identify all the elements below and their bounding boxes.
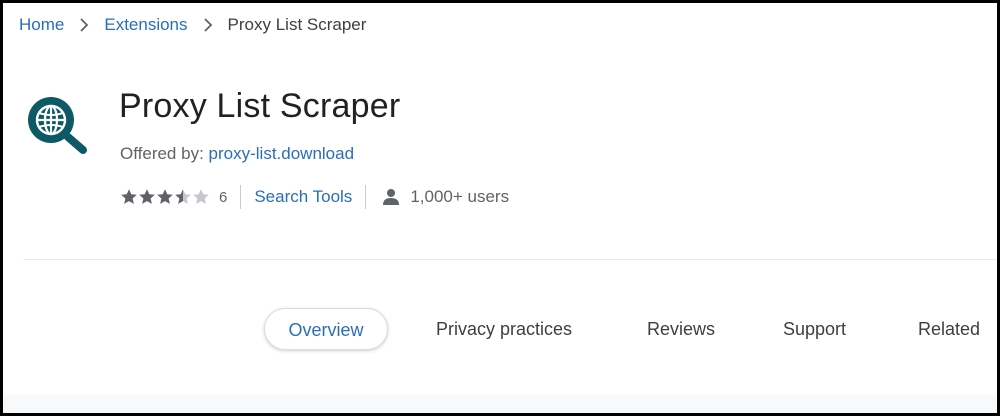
category-link[interactable]: Search Tools	[254, 187, 352, 207]
globe-magnifier-icon	[25, 93, 91, 155]
divider	[365, 185, 367, 209]
users-count: 1,000+ users	[379, 187, 509, 207]
chevron-right-icon	[64, 18, 104, 32]
page-footer-band	[3, 395, 997, 413]
section-divider	[23, 259, 997, 260]
star-icon	[157, 189, 173, 204]
meta-row: 6 Search Tools 1,000+ users	[120, 184, 509, 210]
breadcrumb: Home Extensions Proxy List Scraper	[19, 13, 366, 37]
tab-reviews[interactable]: Reviews	[647, 308, 715, 350]
tab-bar: Overview Privacy practices Reviews Suppo…	[3, 308, 997, 350]
person-icon	[383, 189, 400, 205]
tab-overview[interactable]: Overview	[264, 308, 388, 350]
tab-privacy-practices[interactable]: Privacy practices	[436, 308, 572, 350]
breadcrumb-current: Proxy List Scraper	[227, 15, 367, 34]
tab-related[interactable]: Related	[918, 308, 980, 350]
offered-by: Offered by: proxy-list.download	[120, 144, 354, 164]
users-label: 1,000+ users	[410, 187, 510, 206]
star-icon	[139, 189, 155, 204]
chevron-right-icon	[188, 18, 228, 32]
offered-by-label: Offered by:	[120, 144, 204, 163]
page-title: Proxy List Scraper	[119, 87, 401, 125]
star-icon	[175, 189, 191, 204]
store-page: Home Extensions Proxy List Scraper Proxy…	[0, 0, 1000, 416]
star-icon	[121, 189, 137, 204]
offered-by-link[interactable]: proxy-list.download	[209, 144, 355, 163]
breadcrumb-extensions-link[interactable]: Extensions	[104, 15, 187, 35]
star-icon	[193, 189, 209, 204]
star-rating[interactable]	[120, 188, 210, 206]
divider	[240, 185, 242, 209]
breadcrumb-home-link[interactable]: Home	[19, 15, 64, 35]
rating-count[interactable]: 6	[219, 189, 227, 206]
tab-support[interactable]: Support	[783, 308, 846, 350]
